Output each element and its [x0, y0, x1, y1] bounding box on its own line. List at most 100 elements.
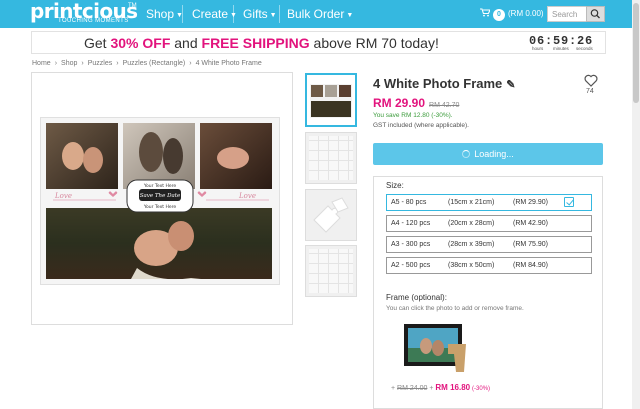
size-name: A3 - 300 pcs — [391, 241, 431, 248]
loading-button[interactable]: Loading... — [373, 143, 603, 165]
breadcrumb-puzzles[interactable]: Puzzles — [88, 60, 113, 67]
artwork-text-1: Your Text Here — [143, 183, 176, 189]
nav-shop[interactable]: Shop ▼ — [146, 0, 183, 28]
cart-button[interactable]: 0(RM 0.00) ▼ — [480, 0, 552, 28]
artwork-love-left: Love — [54, 192, 72, 200]
chevron-down-icon: ▼ — [269, 12, 277, 19]
breadcrumb: Home › Shop › Puzzles › Puzzles (Rectangle) › 4 … — [32, 60, 262, 67]
size-dims: (15cm x 21cm) — [448, 199, 495, 206]
size-price: (RM 29.90) — [513, 199, 549, 206]
frame-hint: You can click the photo to add or remove… — [386, 305, 524, 312]
thumbnail-puzzle-pieces — [313, 197, 349, 233]
nav-create-label: Create — [192, 7, 229, 21]
size-option-a3[interactable]: A3 - 300 pcs (28cm x 39cm) (RM 75.90) — [386, 236, 592, 253]
gst-note: GST included (where applicable). — [373, 122, 469, 129]
size-price: (RM 75.90) — [513, 241, 549, 248]
size-dims: (20cm x 28cm) — [448, 220, 495, 227]
size-option-a4[interactable]: A4 - 120 pcs (20cm x 28cm) (RM 42.90) — [386, 215, 592, 232]
frame-discount: (-30%) — [472, 386, 491, 392]
countdown-seconds-label: seconds — [576, 46, 593, 51]
frame-price: + RM 24.00 + RM 16.80 (-30%) — [391, 383, 490, 392]
nav-gifts[interactable]: Gifts ▼ — [243, 0, 277, 28]
countdown-timer: 06:59:26 hours minutes seconds — [529, 34, 601, 52]
frame-plus-symbol: + — [391, 385, 396, 392]
promo-mid: and — [174, 35, 198, 51]
product-title-text: 4 White Photo Frame — [373, 76, 503, 91]
thumbnail-puzzle-grid — [309, 136, 353, 180]
collage-artwork: Love Love Your Text Here Save The Date Y… — [46, 123, 272, 280]
size-option-a2[interactable]: A2 - 500 pcs (38cm x 50cm) (RM 84.90) — [386, 257, 592, 274]
cart-total: (RM 0.00) — [508, 9, 544, 18]
thumbnail-2[interactable] — [305, 132, 357, 184]
pencil-icon[interactable]: ✎ — [506, 79, 515, 91]
breadcrumb-home[interactable]: Home — [32, 60, 51, 67]
nav-shop-label: Shop — [146, 7, 175, 21]
spinner-icon — [462, 150, 471, 158]
search-button[interactable] — [586, 6, 605, 22]
search-icon — [590, 9, 600, 19]
breadcrumb-current: 4 White Photo Frame — [195, 60, 262, 67]
promo-text: Get 30% OFF and FREE SHIPPING above RM 7… — [84, 35, 439, 51]
nav-divider — [182, 5, 183, 23]
frame-option-image[interactable] — [402, 322, 468, 374]
size-name: A5 - 80 pcs — [391, 199, 427, 206]
chevron-down-icon: ▼ — [346, 12, 354, 19]
thumbnail-3[interactable] — [305, 189, 357, 241]
logo-tm: TM — [128, 3, 137, 9]
promo-discount: 30% OFF — [110, 35, 171, 51]
thumbnail-4[interactable] — [305, 245, 357, 297]
promo-banner: Get 30% OFF and FREE SHIPPING above RM 7… — [31, 31, 606, 54]
size-option-a5[interactable]: A5 - 80 pcs (15cm x 21cm) (RM 29.90) — [386, 194, 592, 211]
countdown-minutes-label: minutes — [553, 46, 569, 51]
nav-divider — [233, 5, 234, 23]
frame-old-price: RM 24.00 — [397, 385, 428, 392]
top-navbar: printcious TM TOUCHING MOMENTS Shop ▼ Cre… — [0, 0, 640, 28]
thumbnail-1[interactable] — [305, 73, 357, 127]
size-name: A2 - 500 pcs — [391, 262, 431, 269]
cart-icon — [480, 8, 491, 17]
size-dims: (38cm x 50cm) — [448, 262, 495, 269]
artwork-save-the-date: Save The Date — [140, 193, 181, 199]
cart-count-badge: 0 — [493, 9, 505, 21]
nav-bulk-order[interactable]: Bulk Order ▼ — [287, 0, 353, 28]
artwork-text-2: Your Text Here — [143, 204, 176, 210]
size-price: (RM 84.90) — [513, 262, 549, 269]
size-label: Size: — [386, 181, 404, 190]
wishlist-count: 74 — [586, 88, 594, 95]
breadcrumb-shop[interactable]: Shop — [61, 60, 77, 67]
promo-shipping: FREE SHIPPING — [201, 35, 310, 51]
current-price: RM 29.90 — [373, 96, 426, 110]
heart-icon — [584, 74, 598, 87]
frame-label: Frame (optional): — [386, 293, 447, 302]
product-price: RM 29.90 RM 42.70 — [373, 96, 459, 110]
wishlist-button[interactable]: 74 — [583, 73, 599, 95]
size-price: (RM 42.90) — [513, 220, 549, 227]
loading-label: Loading... — [474, 149, 514, 159]
thumbnail-puzzle-grid — [309, 249, 353, 293]
photo-frame-icon — [404, 324, 466, 372]
countdown-hours-label: hours — [532, 46, 544, 51]
nav-divider — [279, 5, 280, 23]
frame-plus-symbol-2: + — [429, 385, 434, 392]
scrollbar-thumb[interactable] — [633, 3, 639, 103]
nav-gifts-label: Gifts — [243, 7, 268, 21]
artwork-love-right: Love — [238, 192, 256, 200]
page-scrollbar[interactable] — [632, 0, 640, 409]
product-main-image[interactable]: Love Love Your Text Here Save The Date Y… — [31, 72, 293, 325]
product-title: 4 White Photo Frame ✎ — [373, 76, 516, 91]
brand-logo[interactable]: printcious TM TOUCHING MOMENTS — [30, 1, 142, 25]
puzzle-preview: Love Love Your Text Here Save The Date Y… — [40, 117, 280, 285]
checkbox-checked-icon — [564, 197, 574, 207]
nav-bulk-order-label: Bulk Order — [287, 7, 345, 21]
frame-new-price: RM 16.80 — [435, 383, 471, 392]
savings-text: You save RM 12.80 (-30%). — [373, 112, 453, 119]
logo-tagline: TOUCHING MOMENTS — [58, 18, 129, 24]
old-price: RM 42.70 — [429, 102, 460, 109]
promo-post: above RM 70 today! — [313, 35, 439, 51]
breadcrumb-puzzles-rectangle[interactable]: Puzzles (Rectangle) — [123, 60, 186, 67]
size-name: A4 - 120 pcs — [391, 220, 431, 227]
thumbnail-photo — [310, 84, 352, 118]
size-dims: (28cm x 39cm) — [448, 241, 495, 248]
promo-pre: Get — [84, 35, 107, 51]
nav-create[interactable]: Create ▼ — [192, 0, 237, 28]
